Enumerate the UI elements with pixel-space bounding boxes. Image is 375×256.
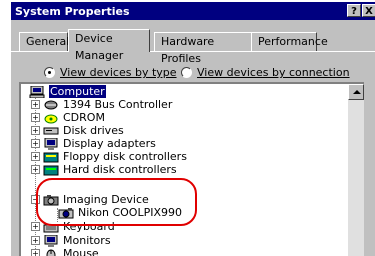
expand-icon: + — [31, 222, 40, 231]
tree-item-label: Display adapters — [63, 137, 156, 150]
tree-item-cdrom[interactable]: + CDROM — [31, 111, 105, 124]
tab-hardware-profiles[interactable]: Hardware Profiles — [154, 32, 252, 65]
expand-icon: + — [31, 249, 40, 256]
hard-disk-controller-icon — [43, 164, 59, 176]
window-title: System Properties — [15, 5, 130, 18]
view-by-connection-label: View devices by connection — [197, 66, 350, 79]
cdrom-icon — [43, 112, 59, 124]
expand-icon: + — [31, 113, 40, 122]
mouse-icon — [43, 248, 59, 256]
device-tree[interactable]: Computer + 1394 Bus Controller + CDROM +… — [19, 82, 364, 256]
tab-general[interactable]: General — [19, 32, 69, 51]
view-by-connection-radio[interactable]: View devices by connection — [181, 66, 350, 79]
tree-item-label: Floppy disk controllers — [63, 150, 187, 163]
tab-performance[interactable]: Performance — [251, 32, 328, 51]
close-button[interactable]: X — [362, 4, 375, 17]
expand-icon: + — [31, 139, 40, 148]
tree-item-1394[interactable]: + 1394 Bus Controller — [31, 98, 172, 111]
tree-item-display-adapters[interactable]: + Display adapters — [31, 137, 156, 150]
tree-root-computer[interactable]: Computer — [29, 85, 106, 98]
tab-device-manager[interactable]: Device Manager — [68, 29, 150, 62]
display-adapter-icon — [43, 137, 59, 150]
tree-item-hard-disk-controllers[interactable]: + Hard disk controllers — [31, 163, 177, 176]
tree-item-label: 1394 Bus Controller — [63, 98, 173, 111]
floppy-controller-icon — [43, 151, 59, 163]
bus-controller-icon — [43, 99, 59, 111]
view-by-type-label: View devices by type — [60, 66, 177, 79]
tree-item-label: Hard disk controllers — [63, 163, 177, 176]
monitor-icon — [43, 234, 59, 247]
tree-root-label: Computer — [49, 85, 106, 98]
tree-item-label: CDROM — [63, 111, 105, 124]
tree-scrollbar[interactable] — [348, 84, 364, 256]
tree-item-label: Monitors — [63, 234, 111, 247]
title-bar: System Properties ? X — [11, 2, 375, 20]
highlight-circle — [36, 178, 197, 226]
computer-icon — [29, 85, 45, 98]
tree-item-label: Disk drives — [63, 124, 124, 137]
expand-icon: + — [31, 100, 40, 109]
expand-icon: + — [31, 152, 40, 161]
tree-item-label: Mouse — [63, 247, 99, 256]
radio-selected-icon — [44, 67, 55, 78]
help-button[interactable]: ? — [347, 4, 361, 17]
expand-icon: + — [31, 126, 40, 135]
tree-item-floppy[interactable]: + Floppy disk controllers — [31, 150, 187, 163]
tree-item-disk-drives[interactable]: + Disk drives — [31, 124, 124, 137]
disk-drive-icon — [43, 125, 59, 137]
expand-icon: + — [31, 236, 40, 245]
tree-item-monitors[interactable]: + Monitors — [31, 234, 111, 247]
tree-item-mouse[interactable]: + Mouse — [31, 247, 99, 256]
radio-unselected-icon — [181, 67, 192, 78]
scroll-up-button[interactable] — [348, 84, 364, 100]
view-by-type-radio[interactable]: View devices by type — [44, 66, 177, 79]
expand-icon: + — [31, 165, 40, 174]
